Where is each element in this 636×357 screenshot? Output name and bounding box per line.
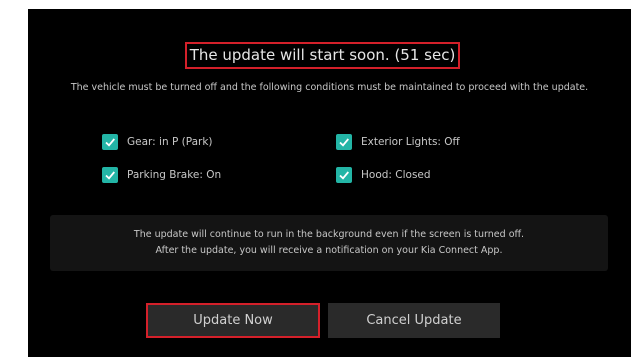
condition-parking-brake: Parking Brake: On [102, 167, 221, 183]
update-countdown-title: The update will start soon. (51 sec) [185, 42, 460, 69]
background-update-note: The update will continue to run in the b… [50, 215, 608, 271]
note-line: After the update, you will receive a not… [155, 245, 503, 256]
condition-label: Exterior Lights: Off [361, 136, 460, 148]
cancel-update-button[interactable]: Cancel Update [328, 303, 500, 338]
check-icon [102, 167, 118, 183]
condition-label: Hood: Closed [361, 169, 431, 181]
update-now-button[interactable]: Update Now [146, 303, 320, 338]
update-dialog-screen: The update will start soon. (51 sec) The… [28, 9, 631, 357]
condition-label: Parking Brake: On [127, 169, 222, 181]
check-icon [336, 167, 352, 183]
check-icon [336, 134, 352, 150]
update-conditions-description: The vehicle must be turned off and the f… [70, 82, 589, 93]
condition-label: Gear: in P (Park) [127, 136, 213, 148]
condition-hood: Hood: Closed [336, 167, 431, 183]
check-icon [102, 134, 118, 150]
note-line: The update will continue to run in the b… [133, 229, 525, 240]
condition-gear: Gear: in P (Park) [102, 134, 213, 150]
frame: The update will start soon. (51 sec) The… [0, 0, 636, 357]
condition-exterior-lights: Exterior Lights: Off [336, 134, 460, 150]
